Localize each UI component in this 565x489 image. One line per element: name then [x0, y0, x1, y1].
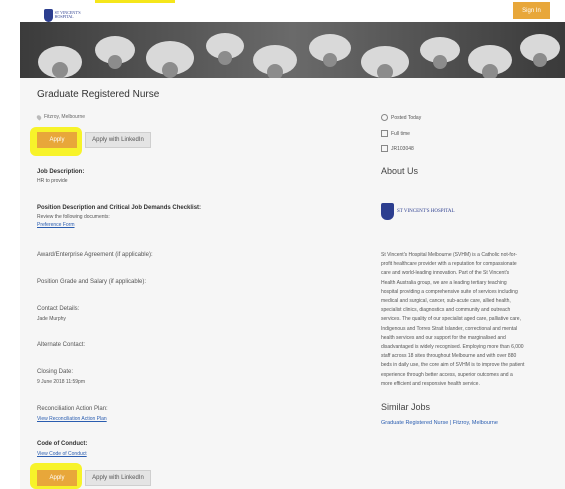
job-reference: JR103048 [381, 145, 414, 152]
about-us-text: St Vincent's Hospital Melbourne (SVHM) i… [381, 251, 546, 389]
job-type: Full time [381, 130, 410, 137]
job-title: Graduate Registered Nurse [37, 89, 160, 100]
similar-job-link[interactable]: Graduate Registered Nurse | Fitzroy, Mel… [381, 420, 498, 426]
apply-button[interactable]: Apply [37, 132, 77, 148]
about-line: specialist clinics, diagnostics and comm… [381, 307, 511, 314]
apply-button-bottom[interactable]: Apply [37, 470, 77, 486]
posted-date-text: Posted Today [391, 114, 422, 121]
closing-date-text: 9 June 2018 11:59pm [37, 379, 86, 385]
position-description-title: Position Description and Critical Job De… [37, 205, 202, 211]
award-agreement-title: Award/Enterprise Agreement (if applicabl… [37, 252, 153, 258]
code-of-conduct-title: Code of Conduct: [37, 441, 88, 447]
reconciliation-plan-link[interactable]: View Reconciliation Action Plan [37, 416, 107, 422]
closing-date-title: Closing Date: [37, 369, 74, 375]
about-us-heading: About Us [381, 166, 419, 176]
about-line: profit healthcare provider with a reputa… [381, 261, 517, 268]
header-logo-text: ST VINCENT'S HOSPITAL [54, 10, 81, 19]
map-pin-icon [35, 113, 43, 121]
about-line: beds in daily use, the core aim of SVHM … [381, 362, 525, 369]
job-location: Fitzroy, Melbourne [35, 113, 86, 121]
about-line: experience through better access, superi… [381, 371, 513, 378]
about-line: St Vincent's Hospital Melbourne (SVHM) i… [381, 252, 517, 258]
clock-icon [381, 114, 388, 121]
about-line: care and world-leading innovation. Part … [381, 270, 510, 277]
contact-details-text: Jade Murphy [37, 316, 66, 322]
about-line: health services and our support for the … [381, 334, 506, 341]
document-icon [381, 130, 388, 137]
posted-date: Posted Today [381, 114, 421, 121]
about-logo-text: ST VINCENT'S HOSPITAL [397, 209, 455, 214]
sign-in-button[interactable]: Sign In [513, 2, 550, 19]
id-card-icon [381, 145, 388, 152]
job-type-text: Full time [391, 130, 410, 137]
hero-banner-image [20, 22, 565, 78]
contact-details-title: Contact Details: [37, 306, 80, 312]
job-location-text: Fitzroy, Melbourne [44, 114, 86, 120]
about-line: hospital providing a comprehensive suite… [381, 288, 518, 295]
about-logo: ST VINCENT'S HOSPITAL [381, 203, 455, 220]
similar-jobs-heading: Similar Jobs [381, 402, 431, 412]
alternate-contact-title: Alternate Contact: [37, 342, 86, 348]
crest-icon [381, 203, 394, 220]
preference-form-link[interactable]: Preference Form [37, 222, 75, 228]
about-line: services. The quality of our specialist … [381, 316, 521, 323]
job-description-title: Job Description: [37, 169, 85, 175]
about-line: more efficient and responsive health ser… [381, 380, 480, 387]
header-logo[interactable]: ST VINCENT'S HOSPITAL [44, 7, 94, 23]
about-line: Health Australia group, we are a leading… [381, 279, 507, 286]
highlight-mark [95, 0, 175, 3]
job-description-text: HR to provide [37, 178, 68, 184]
apply-with-linkedin-button[interactable]: Apply with LinkedIn [85, 132, 151, 148]
position-description-text: Review the following documents: [37, 214, 110, 220]
job-reference-text: JR103048 [391, 145, 414, 152]
code-of-conduct-link[interactable]: View Code of Conduct [37, 451, 87, 457]
crest-icon [44, 8, 53, 22]
about-line: medical and surgical, cancer, sub-acute … [381, 298, 511, 305]
about-line: staff across 18 sites throughout Melbour… [381, 353, 517, 360]
reconciliation-plan-title: Reconciliation Action Plan: [37, 406, 108, 412]
position-grade-title: Position Grade and Salary (if applicable… [37, 279, 147, 285]
apply-with-linkedin-button-bottom[interactable]: Apply with LinkedIn [85, 470, 151, 486]
about-line: Indigenous and Torres Strait Islander, c… [381, 325, 518, 332]
top-bar: ST VINCENT'S HOSPITAL Sign In [0, 0, 565, 22]
about-line: disadvantaged is widely recognised. Empl… [381, 344, 524, 351]
